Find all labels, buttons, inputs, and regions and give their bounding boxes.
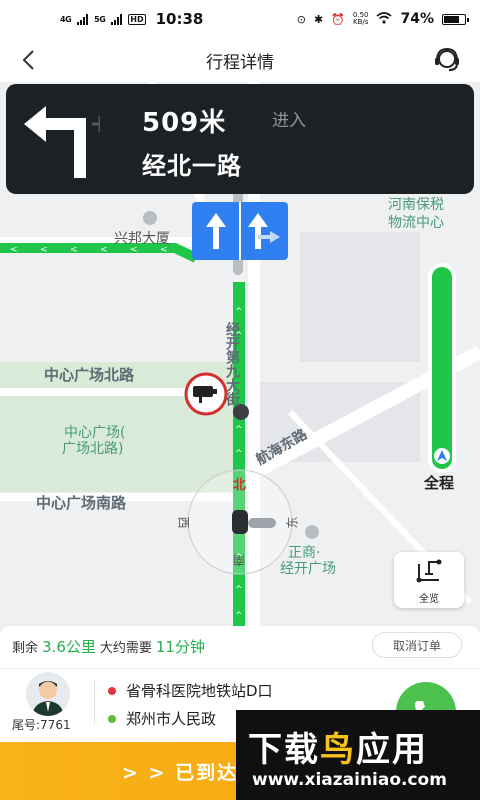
watermark: 下载鸟应用 www.xiazainiao.com — [236, 710, 480, 800]
destination-dot — [108, 714, 116, 723]
cancel-order-button[interactable]: 取消订单 — [372, 632, 462, 658]
poi-label: 物流中心 — [388, 215, 444, 231]
svg-text:^: ^ — [235, 449, 243, 459]
compass-east: 东 — [285, 516, 300, 529]
wifi-icon — [376, 11, 393, 27]
origin-dot — [108, 686, 116, 695]
arrived-label: > > 已到达 — [122, 761, 239, 784]
poi-label: 经开广场 — [280, 561, 336, 577]
passenger-tail-number: 尾号:7761 — [12, 718, 71, 732]
status-bar: 4G 5G HD 10:38 ⊙ ✱ ⏰ 0.50 KB/s 74% — [0, 0, 480, 38]
lane-guidance — [192, 202, 288, 260]
network-5g-label: 5G — [94, 14, 106, 24]
navigation-arrow-icon — [434, 448, 450, 464]
poi-label: 河南保税 — [388, 197, 444, 213]
full-route-label: 全程 — [424, 474, 455, 492]
poi-label: 广场北路) — [62, 441, 124, 457]
clock: 10:38 — [155, 10, 204, 28]
destination-text: 郑州市人民政 — [126, 710, 217, 728]
svg-text:^: ^ — [235, 585, 243, 595]
customer-service-icon — [435, 47, 459, 71]
hd-badge: HD — [128, 13, 146, 25]
road-label: 中心广场北路 — [44, 366, 135, 384]
battery-percent: 74% — [400, 11, 434, 27]
location-icon: ⊙ — [296, 12, 306, 26]
svg-text:^: ^ — [235, 611, 243, 621]
eta-label: 大约需要 — [99, 641, 152, 656]
person-avatar-icon — [26, 672, 70, 716]
destination-address: 郑州市人民政 — [108, 708, 216, 729]
net-speed: 0.50 KB/s — [353, 12, 369, 26]
compass-south: 南 — [233, 553, 246, 567]
alarm-icon: ⏰ — [331, 12, 345, 26]
trip-progress-fill — [432, 267, 452, 469]
bluetooth-icon: ✱ — [313, 12, 324, 26]
road-label: 经开第九大街 — [224, 322, 240, 406]
battery-icon — [442, 13, 469, 25]
trip-progress-bar — [428, 263, 456, 473]
svg-text:<: < — [100, 245, 108, 255]
origin-address: 省骨科医院地铁站D口 — [108, 680, 273, 701]
next-road-name: 经北一路 — [142, 152, 242, 180]
arrow-up-icon — [205, 213, 226, 249]
turn-distance: 509米 — [142, 108, 227, 138]
top-bar: 行程详情 — [0, 38, 480, 82]
watermark-logo: 下载鸟应用 — [248, 722, 428, 771]
svg-text:<: < — [10, 245, 18, 255]
watermark-url: www.xiazainiao.com — [252, 770, 447, 790]
svg-text:^: ^ — [235, 425, 243, 435]
lane-straight-right — [239, 202, 288, 260]
trip-summary: 剩余 3.6公里 大约需要 11分钟 — [12, 636, 205, 657]
customer-service-button[interactable] — [432, 45, 462, 75]
poi-marker — [143, 211, 157, 225]
road-label: 中心广场南路 — [36, 494, 127, 512]
svg-text:<: < — [40, 245, 48, 255]
avatar[interactable] — [26, 672, 70, 716]
net-speed-unit: KB/s — [352, 18, 369, 26]
overview-icon — [416, 559, 442, 583]
page-title: 行程详情 — [206, 52, 274, 73]
signal-icon — [77, 13, 89, 25]
remaining-distance: 3.6公里 — [42, 638, 96, 656]
origin-text: 省骨科医院地铁站D口 — [126, 682, 273, 700]
overview-button[interactable]: 全览 — [394, 552, 464, 608]
overview-label: 全览 — [419, 594, 439, 605]
chevron-left-icon — [22, 50, 34, 70]
divider — [0, 668, 480, 669]
remaining-label: 剩余 — [12, 641, 39, 656]
eta-value: 11分钟 — [155, 638, 205, 656]
network-4g-label: 4G — [60, 14, 72, 24]
signal-icon — [111, 13, 123, 25]
speed-camera-sign — [184, 372, 228, 416]
poi-marker — [305, 525, 319, 539]
divider — [94, 680, 95, 724]
watermark-text: 下载 — [248, 730, 320, 770]
svg-text:<: < — [70, 245, 78, 255]
watermark-text: 鸟 — [320, 730, 356, 770]
status-left: 4G 5G HD 10:38 — [60, 10, 203, 28]
svg-text:^: ^ — [235, 307, 243, 317]
turn-action: 进入 — [272, 111, 306, 131]
compass-north: 北 — [233, 478, 247, 493]
poi-label: 兴邦大厦 — [114, 231, 170, 247]
arrow-straight-right-icon — [247, 213, 280, 249]
watermark-text: 应用 — [356, 730, 428, 770]
status-right: ⊙ ✱ ⏰ 0.50 KB/s 74% — [296, 11, 469, 27]
navigation-instruction-card: 509米 进入 经北一路 — [6, 84, 474, 194]
back-button[interactable] — [14, 46, 42, 74]
compass-west: 西 — [176, 516, 191, 529]
turn-left-arrow-icon — [24, 106, 100, 178]
lane-straight — [192, 202, 239, 260]
